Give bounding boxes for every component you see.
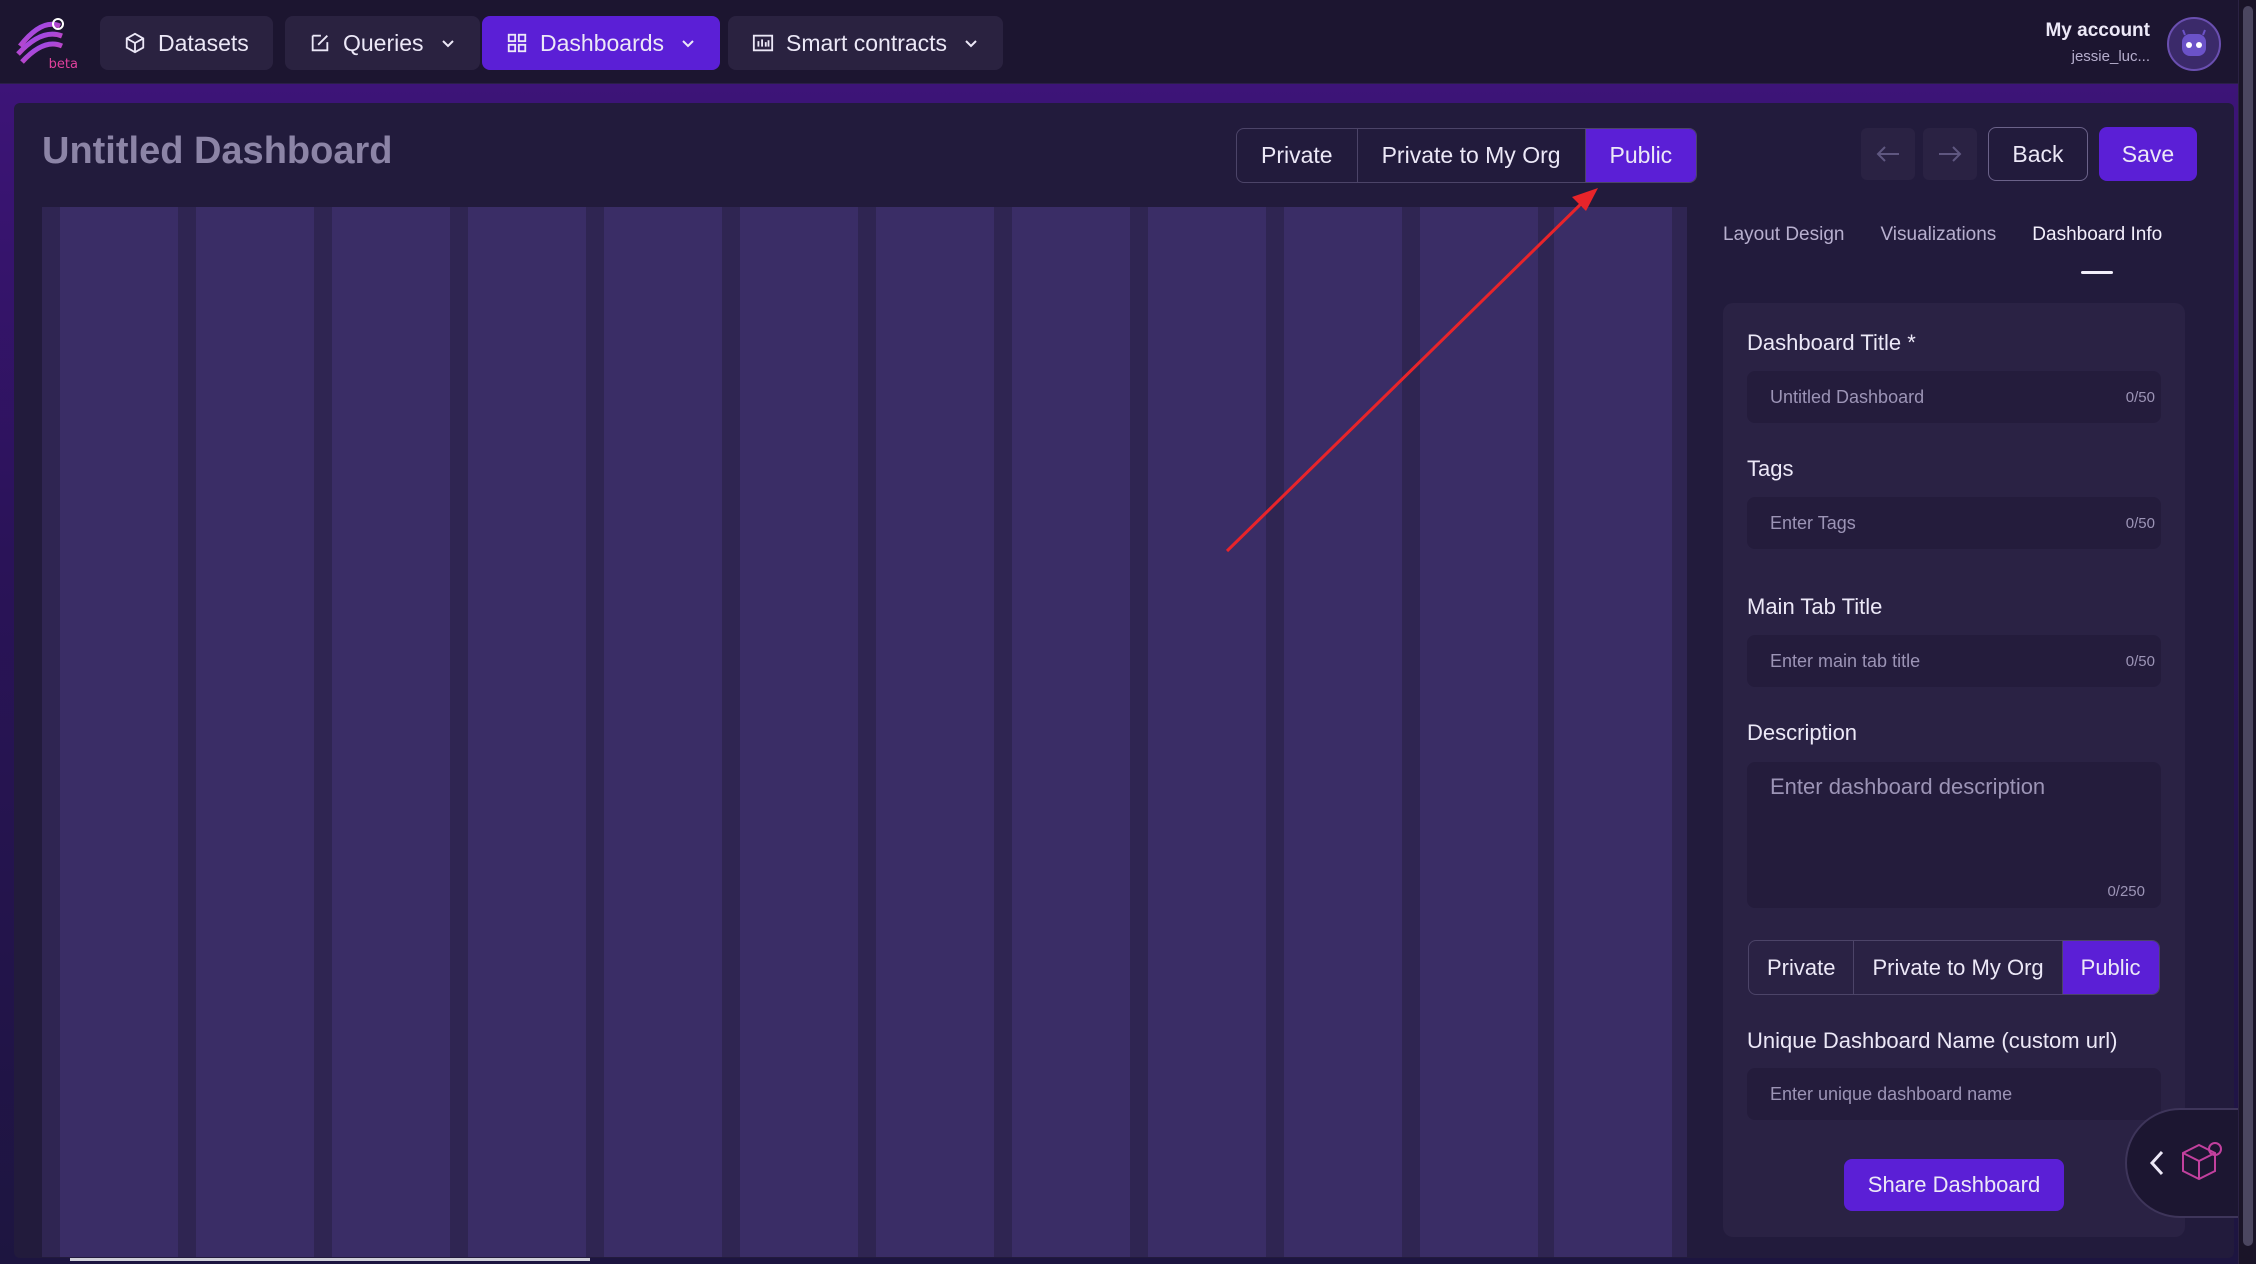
tab-visualizations[interactable]: Visualizations [1880,224,1996,252]
tags-counter: 0/50 [2125,514,2155,532]
visibility-public-option[interactable]: Public [1585,129,1697,182]
visibility-private-option[interactable]: Private [1237,129,1358,182]
floating-assistant-tab[interactable] [2125,1108,2256,1218]
nav-smart-contracts-label: Smart contracts [786,29,948,56]
account-username: jessie_luc... [2071,48,2150,65]
visibility-toggle-header: Private Private to My Org Public [1236,128,1698,183]
arrow-right-icon [1939,146,1962,162]
tab-dashboard-info[interactable]: Dashboard Info [2032,224,2162,274]
grid-column [196,207,314,1257]
dashboard-title-placeholder: Untitled Dashboard [1770,386,1925,407]
share-dashboard-button[interactable]: Share Dashboard [1844,1159,2064,1211]
tags-placeholder: Enter Tags [1770,512,1856,533]
grid-column [1148,207,1266,1257]
layout-canvas[interactable] [42,207,1687,1257]
grid-icon [507,33,527,53]
grid-column [876,207,994,1257]
visibility-org-option[interactable]: Private to My Org [1358,129,1586,182]
description-label: Description [1747,720,1858,745]
dashboard-title-input[interactable]: Untitled Dashboard 0/50 [1747,371,2161,423]
unique-name-input[interactable]: Enter unique dashboard name [1747,1068,2161,1120]
sidebar-visibility-org-option[interactable]: Private to My Org [1854,941,2063,994]
sidebar-visibility-private-option[interactable]: Private [1749,941,1855,994]
robot-avatar-icon [2182,29,2206,56]
main-tab-title-counter: 0/50 [2125,652,2155,670]
cube-assistant-icon [2182,1142,2222,1181]
nav-queries-button[interactable]: Queries [285,16,480,70]
top-navigation-bar: beta Datasets Queries Dashboards Smart c… [0,0,2256,84]
nav-queries-label: Queries [343,29,424,56]
grid-column [1554,207,1672,1257]
main-tab-title-input[interactable]: Enter main tab title 0/50 [1747,635,2161,687]
main-tab-title-label: Main Tab Title [1747,594,1883,619]
grid-column [1284,207,1402,1257]
chevron-down-icon [441,40,454,48]
unique-name-placeholder: Enter unique dashboard name [1770,1083,2013,1104]
sidebar-visibility-public-option[interactable]: Public [2062,941,2159,994]
grid-column [740,207,858,1257]
nav-dashboards-label: Dashboards [540,29,665,56]
edit-icon [311,34,329,52]
sidebar-tabs: Layout Design Visualizations Dashboard I… [1723,224,2162,274]
app-logo[interactable]: beta [14,16,78,72]
grid-column [1012,207,1130,1257]
description-counter: 0/250 [2107,883,2145,900]
bottom-scroll-indicator [70,1258,590,1261]
save-button[interactable]: Save [2099,127,2197,181]
tags-label: Tags [1747,456,1794,481]
visibility-toggle-sidebar: Private Private to My Org Public [1748,940,2160,995]
back-button[interactable]: Back [1988,127,2088,181]
grid-column [604,207,722,1257]
chevron-down-icon [965,40,977,48]
undo-button[interactable] [1861,128,1915,180]
page-scrollbar[interactable] [2238,0,2256,1264]
nav-dashboards-button[interactable]: Dashboards [482,16,721,70]
unique-name-label: Unique Dashboard Name (custom url) [1747,1028,2118,1053]
nav-datasets-button[interactable]: Datasets [100,16,273,70]
account-menu[interactable]: My account jessie_luc... [2045,20,2150,65]
dashboard-title-counter: 0/50 [2125,388,2155,406]
nav-smart-contracts-button[interactable]: Smart contracts [728,16,1004,70]
tags-input[interactable]: Enter Tags 0/50 [1747,497,2161,549]
avatar[interactable] [2167,17,2221,71]
arrow-left-icon [1876,146,1899,162]
chevron-down-icon [682,40,694,48]
grid-column [332,207,450,1257]
beta-badge: beta [48,57,78,72]
grid-column [1420,207,1538,1257]
scrollbar-thumb[interactable] [2243,6,2253,1246]
tab-layout-design[interactable]: Layout Design [1723,224,1844,252]
description-placeholder: Enter dashboard description [1770,774,2046,799]
main-tab-title-placeholder: Enter main tab title [1770,650,1921,671]
bar-chart-icon [752,34,774,52]
grid-column [60,207,178,1257]
dashboard-title-label: Dashboard Title * [1747,330,1916,355]
redo-button[interactable] [1923,128,1977,180]
grid-column [468,207,586,1257]
description-textarea[interactable]: Enter dashboard description 0/250 [1747,762,2161,908]
cube-icon [125,32,145,54]
nav-datasets-label: Datasets [158,29,249,56]
chevron-left-icon [2149,1150,2164,1176]
page-title: Untitled Dashboard [42,130,393,172]
account-title: My account [2045,20,2150,41]
